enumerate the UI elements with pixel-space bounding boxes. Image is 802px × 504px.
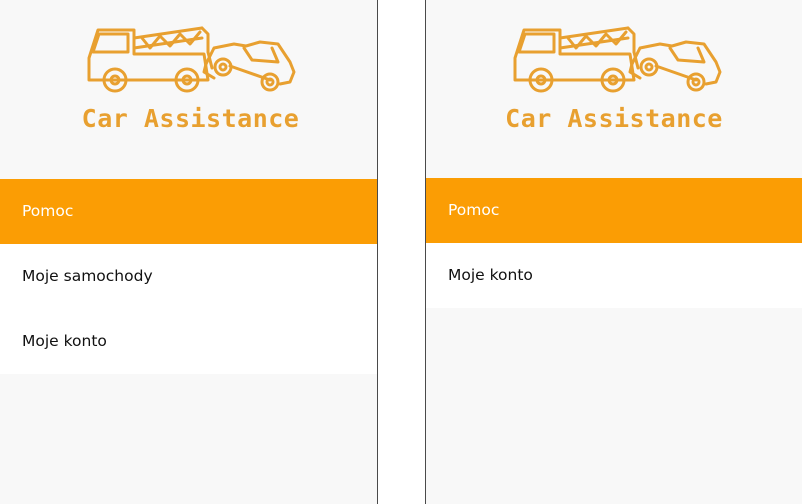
brand-title: Car Assistance: [81, 104, 300, 133]
tow-truck-icon: [513, 26, 722, 93]
menu-item-moje-konto[interactable]: Moje konto: [0, 309, 377, 374]
brand-title: Car Assistance: [505, 104, 723, 133]
tow-truck-icon: [87, 26, 296, 93]
menu-item-moje-konto[interactable]: Moje konto: [426, 243, 802, 308]
nav-menu: Pomoc Moje samochody Moje konto: [0, 179, 377, 374]
app-header: Car Assistance: [426, 0, 802, 178]
menu-item-pomoc[interactable]: Pomoc: [0, 179, 377, 244]
screenshot-stage: Car Assistance Pomoc Moje samochody Moje…: [0, 0, 802, 504]
nav-menu: Pomoc Moje konto: [426, 178, 802, 308]
right-screen: Car Assistance Pomoc Moje konto: [426, 0, 802, 504]
menu-item-pomoc[interactable]: Pomoc: [426, 178, 802, 243]
menu-item-moje-samochody[interactable]: Moje samochody: [0, 244, 377, 309]
app-header: Car Assistance: [0, 0, 377, 179]
left-screen: Car Assistance Pomoc Moje samochody Moje…: [0, 0, 377, 504]
panel-divider: [377, 0, 378, 504]
